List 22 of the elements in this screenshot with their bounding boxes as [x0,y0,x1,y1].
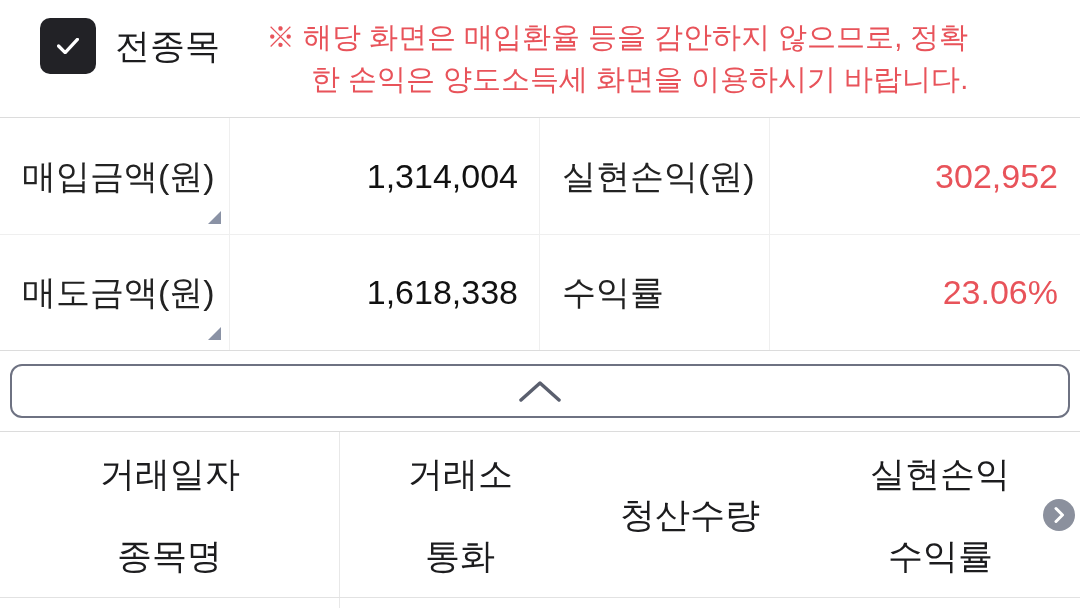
collapse-button[interactable] [10,364,1070,418]
profit-value: 302,952 [934,155,1059,197]
column-header[interactable]: 통화 [425,537,495,574]
column-header[interactable]: 종목명 [117,537,222,574]
summary-value: 1,618,338 [230,234,540,350]
column-header[interactable]: 청산수량 [620,496,760,533]
summary-label: 수익률 [540,234,770,350]
summary-label: 매입금액(원) [0,118,230,234]
column-header[interactable]: 수익률 [887,537,993,574]
profit-value: 23.06% [770,234,1080,350]
chevron-up-icon [519,379,561,403]
checkbox[interactable] [40,18,96,74]
summary-label: 실현손익(원) [540,118,770,234]
checkmark-icon [57,38,79,54]
summary-label: 매도금액(원) [0,234,230,350]
column-header[interactable]: 실현손익 [870,455,1010,492]
summary-value: 1,314,004 [230,118,540,234]
column-header[interactable]: 거래소 [407,455,513,492]
notice-text: ※ 해당 화면은 매입환율 등을 감안하지 않으므로, 정확 한 손익은 양도소득세 화면을 이용하시기 바랍니다. [266,20,969,97]
column-header[interactable]: 거래일자 [99,455,240,492]
checkbox-label: 전종목 [115,25,220,67]
scroll-right-icon[interactable] [1043,499,1075,531]
